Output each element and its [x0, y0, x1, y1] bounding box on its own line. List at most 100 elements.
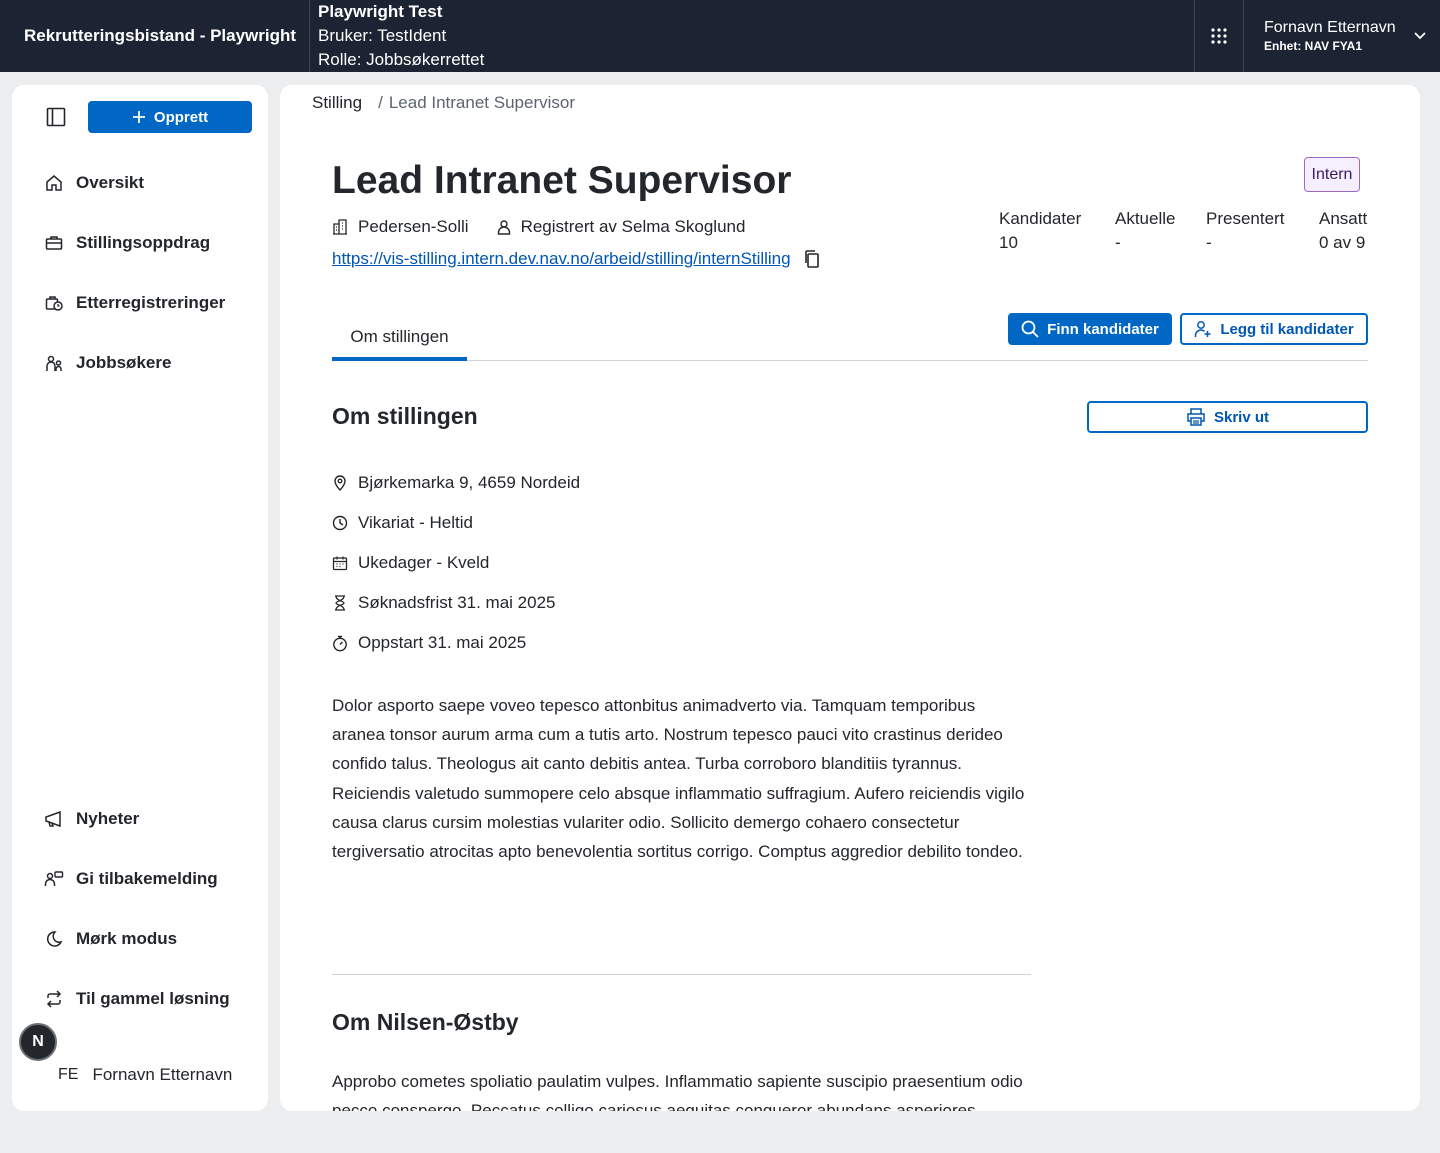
- breadcrumb-separator: /: [378, 93, 383, 112]
- sidebar: Opprett Oversikt Stillingsoppdrag Etterr…: [12, 85, 268, 1111]
- employer-description: Approbo cometes spoliatio paulatim vulpe…: [332, 1072, 1023, 1111]
- find-candidates-button[interactable]: Finn kandidater: [1008, 313, 1172, 345]
- app-menu-button[interactable]: [1194, 0, 1244, 72]
- sidebar-user-name: Fornavn Etternavn: [92, 1065, 233, 1084]
- create-button[interactable]: Opprett: [88, 101, 252, 133]
- sidebar-item-label: Gi tilbakemelding: [76, 869, 218, 888]
- plus-icon: [132, 111, 145, 123]
- sidebar-item-label: Nyheter: [76, 809, 140, 828]
- building-icon: [333, 219, 347, 235]
- stat-label: Ansatt: [1319, 209, 1368, 228]
- location-pin-icon: [332, 475, 348, 491]
- job-url-link[interactable]: https://vis-stilling.intern.dev.nav.no/a…: [332, 249, 791, 269]
- moon-icon: [44, 929, 64, 949]
- grid-icon: [1211, 28, 1227, 44]
- info-deadline: Søknadsfrist 31. mai 2025: [332, 583, 580, 623]
- notification-badge[interactable]: N: [19, 1023, 57, 1061]
- sidebar-toggle-button[interactable]: [44, 105, 68, 129]
- test-user: Bruker: TestIdent: [318, 26, 447, 45]
- status-badge: Intern: [1304, 157, 1360, 192]
- hourglass-icon: [332, 595, 348, 611]
- create-button-label: Opprett: [153, 108, 209, 126]
- printer-icon: [1187, 408, 1205, 426]
- sidebar-item-label: Mørk modus: [76, 929, 178, 948]
- info-text: Ukedager - Kveld: [358, 553, 490, 572]
- top-header: Rekrutteringsbistand - Playwright Playwr…: [0, 0, 1440, 72]
- briefcase-clock-icon: [44, 293, 64, 313]
- sidebar-item-nyheter[interactable]: Nyheter: [44, 809, 139, 829]
- info-text: Bjørkemarka 9, 4659 Nordeid: [358, 473, 581, 492]
- sidebar-item-old-solution[interactable]: Til gammel løsning: [44, 989, 230, 1009]
- sidebar-item-label: Etterregistreringer: [76, 293, 226, 312]
- section-divider: [332, 974, 1031, 975]
- registered-by: Registrert av Selma Skoglund: [520, 217, 746, 236]
- sidebar-user[interactable]: FE Fornavn Etternavn: [58, 1065, 232, 1085]
- stat-label: Aktuelle: [1115, 209, 1176, 228]
- sidebar-item-stillingsoppdrag[interactable]: Stillingsoppdrag: [44, 233, 210, 253]
- job-meta: Pedersen-Solli Registrert av Selma Skogl…: [332, 217, 745, 237]
- job-description: Dolor asporto saepe voveo tepesco attonb…: [332, 696, 1025, 862]
- clock-icon: [332, 515, 348, 531]
- sidebar-item-jobbsokere[interactable]: Jobbsøkere: [44, 353, 171, 373]
- person-icon: [497, 220, 510, 235]
- add-candidates-label: Legg til kandidater: [1220, 320, 1354, 338]
- person-chat-icon: [44, 869, 64, 889]
- header-user-unit: Enhet: NAV FYA1: [1264, 39, 1363, 53]
- sidebar-item-feedback[interactable]: Gi tilbakemelding: [44, 869, 218, 889]
- stat-value: -: [1206, 233, 1212, 252]
- calendar-icon: [332, 555, 348, 571]
- stat-value: -: [1115, 233, 1121, 252]
- stat-value: 10: [999, 233, 1018, 252]
- megaphone-icon: [44, 809, 64, 829]
- tab-om-stillingen[interactable]: Om stillingen: [332, 317, 467, 361]
- breadcrumb-current: Lead Intranet Supervisor: [388, 93, 575, 112]
- stat-presentert: Presentert -: [1206, 209, 1319, 253]
- page-title: Lead Intranet Supervisor: [332, 159, 792, 202]
- avatar: FE: [58, 1066, 79, 1083]
- info-text: Søknadsfrist 31. mai 2025: [358, 593, 556, 612]
- test-title: Playwright Test: [318, 2, 443, 21]
- add-candidates-button[interactable]: Legg til kandidater: [1180, 313, 1368, 345]
- info-schedule: Ukedager - Kveld: [332, 543, 580, 583]
- person-plus-icon: [1195, 321, 1211, 337]
- info-text: Vikariat - Heltid: [358, 513, 473, 532]
- stat-ansatt: Ansatt 0 av 9: [1319, 209, 1367, 253]
- stat-label: Presentert: [1206, 209, 1285, 228]
- test-role: Rolle: Jobbsøkerrettet: [318, 50, 485, 69]
- sidebar-item-label: Jobbsøkere: [76, 353, 172, 372]
- home-icon: [44, 173, 64, 193]
- info-employment: Vikariat - Heltid: [332, 503, 580, 543]
- sidebar-panel-icon: [46, 107, 66, 127]
- candidate-stats: Kandidater 10 Aktuelle - Presentert - An…: [999, 209, 1367, 253]
- sidebar-item-oversikt[interactable]: Oversikt: [44, 173, 144, 193]
- people-icon: [44, 353, 64, 373]
- chevron-down-icon: [1414, 32, 1426, 40]
- sidebar-item-label: Til gammel løsning: [76, 989, 230, 1008]
- arrows-cycle-icon: [44, 989, 64, 1009]
- sidebar-item-dark-mode[interactable]: Mørk modus: [44, 929, 177, 949]
- info-start: Oppstart 31. mai 2025: [332, 623, 580, 663]
- stopwatch-icon: [332, 635, 348, 652]
- test-info: Playwright Test Bruker: TestIdent Rolle:…: [310, 0, 1194, 72]
- app-title[interactable]: Rekrutteringsbistand - Playwright: [0, 0, 310, 72]
- employer-name: Pedersen-Solli: [358, 217, 469, 236]
- breadcrumb-root[interactable]: Stilling: [312, 93, 362, 113]
- briefcase-icon: [44, 233, 64, 253]
- section-heading-about: Om stillingen: [332, 403, 478, 429]
- user-menu[interactable]: Fornavn Etternavn Enhet: NAV FYA1: [1244, 0, 1440, 72]
- stat-aktuelle: Aktuelle -: [1115, 209, 1206, 253]
- print-button[interactable]: Skriv ut: [1087, 401, 1368, 433]
- sidebar-item-etterregistreringer[interactable]: Etterregistreringer: [44, 293, 225, 313]
- main-content: Stilling / Lead Intranet Supervisor Lead…: [280, 85, 1420, 1111]
- sidebar-item-label: Oversikt: [76, 173, 145, 192]
- copy-icon[interactable]: [803, 249, 821, 269]
- info-address: Bjørkemarka 9, 4659 Nordeid: [332, 463, 580, 503]
- stat-label: Kandidater: [999, 209, 1082, 228]
- search-icon: [1021, 320, 1039, 338]
- job-url-row: https://vis-stilling.intern.dev.nav.no/a…: [332, 249, 821, 269]
- header-user-name: Fornavn Etternavn: [1264, 19, 1396, 36]
- info-text: Oppstart 31. mai 2025: [358, 633, 527, 652]
- stat-kandidater: Kandidater 10: [999, 209, 1115, 253]
- breadcrumb: Stilling / Lead Intranet Supervisor: [312, 93, 575, 113]
- stat-value: 0 av 9: [1319, 233, 1366, 252]
